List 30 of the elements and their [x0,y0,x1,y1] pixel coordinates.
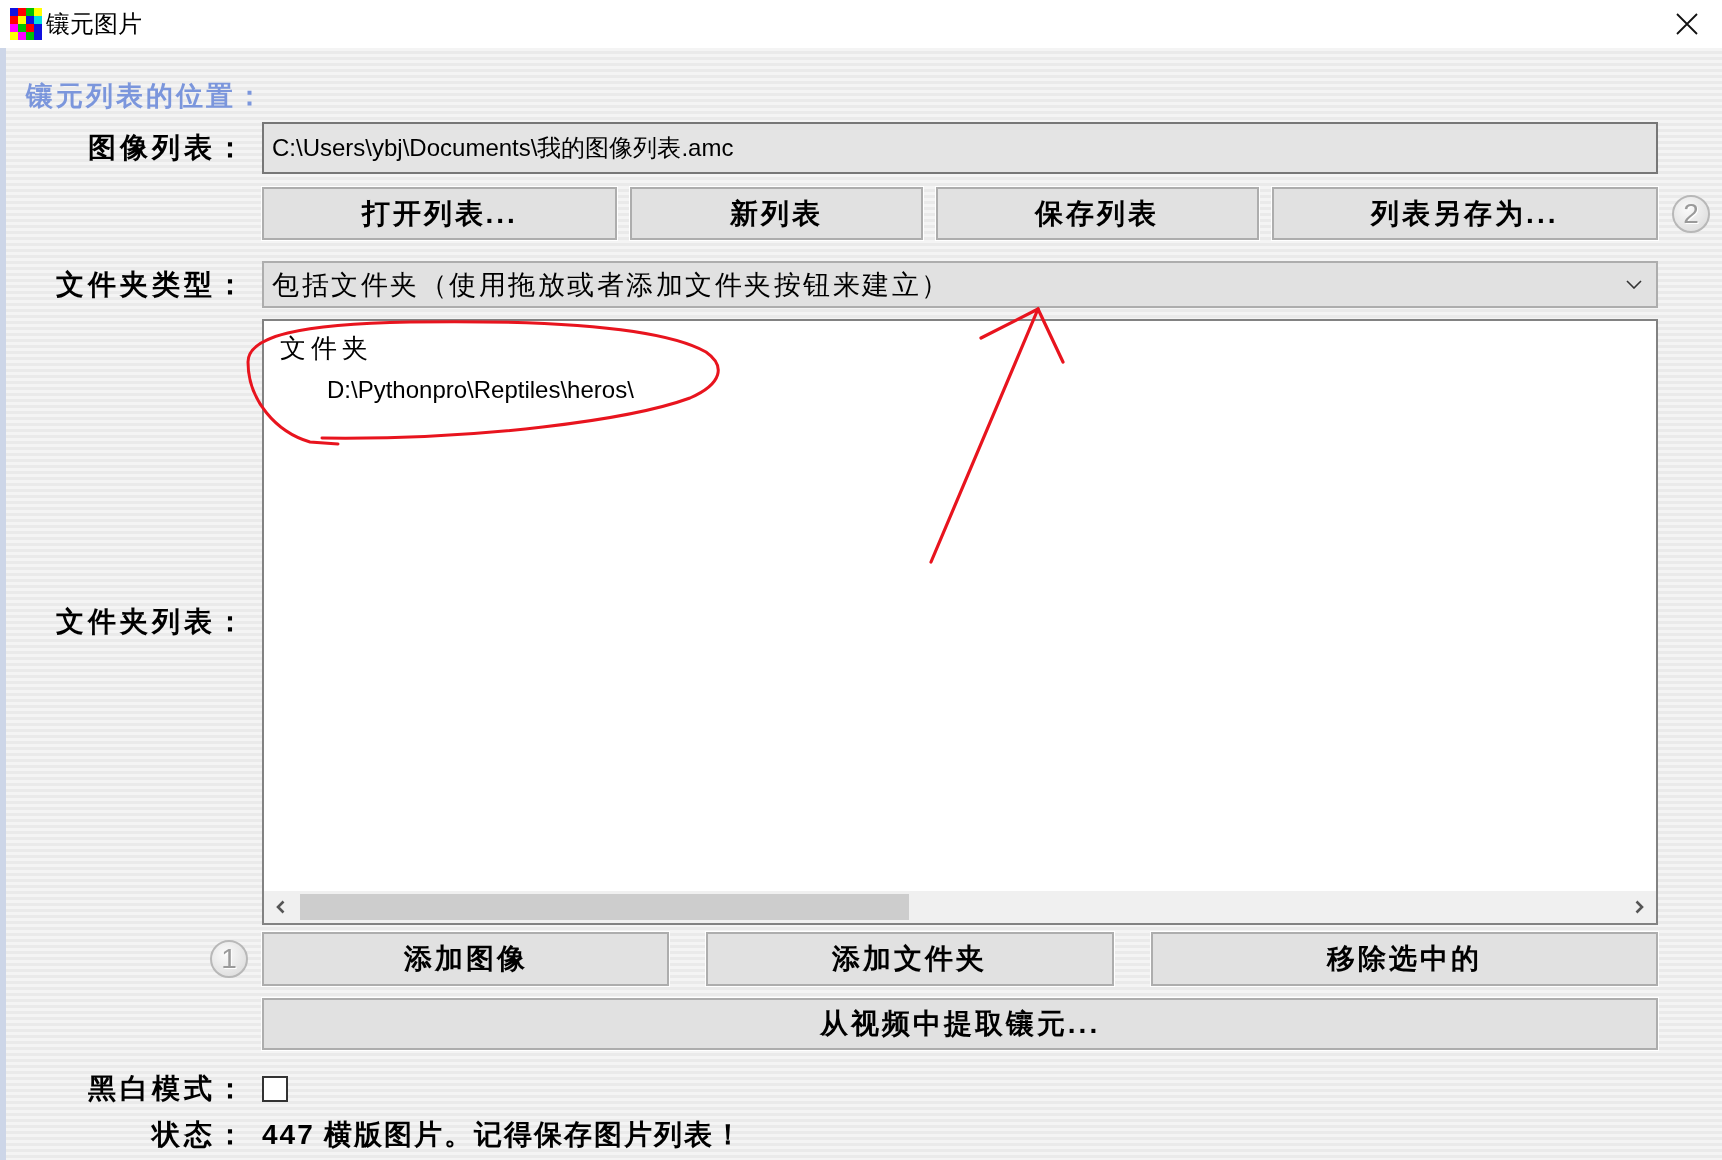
checkbox[interactable] [262,1076,288,1102]
step-marker: 2 [1672,194,1710,233]
tree-item[interactable]: D:\Pythonpro\Reptiles\heros\ [327,369,634,411]
field-label: 图像列表： [88,131,248,165]
scrollbar-thumb[interactable] [300,894,909,920]
list-action-button[interactable]: 打开列表... [262,187,618,240]
chevron-right-icon[interactable] [1635,900,1644,914]
chevron-down-icon [1626,280,1642,289]
status-text: 447 横版图片。记得保存图片列表！ [262,1119,745,1150]
folder-type-dropdown[interactable]: 包括文件夹（使用拖放或者添加文件夹按钮来建立） [262,261,1658,308]
section-heading: 镶元列表的位置： [24,80,266,113]
horizontal-scrollbar[interactable] [264,891,1656,923]
list-action-button[interactable]: 保存列表 [935,187,1259,240]
window-title: 镶元图片 [46,9,142,39]
list-action-button[interactable]: 列表另存为... [1271,187,1658,240]
image-list-field[interactable]: C:\Users\ybj\Documents\我的图像列表.amc [262,122,1658,174]
list-action-button[interactable]: 添加文件夹 [706,932,1114,986]
field-label: 文件夹列表： [56,605,248,639]
close-icon[interactable] [1676,13,1698,35]
list-action-button[interactable]: 移除选中的 [1150,932,1658,986]
step-marker: 1 [210,940,248,978]
field-label: 状态： [152,1118,248,1152]
list-action-button[interactable]: 添加图像 [262,932,670,986]
field-label: 黑白模式： [88,1072,248,1106]
field-label: 文件夹类型： [56,267,248,302]
list-action-button[interactable]: 新列表 [630,187,923,240]
extract-button[interactable]: 从视频中提取镶元... [262,998,1658,1050]
tree-item[interactable]: 文件夹 [280,327,373,369]
mosaic-grid-icon [10,8,42,40]
chevron-left-icon[interactable] [276,900,285,914]
